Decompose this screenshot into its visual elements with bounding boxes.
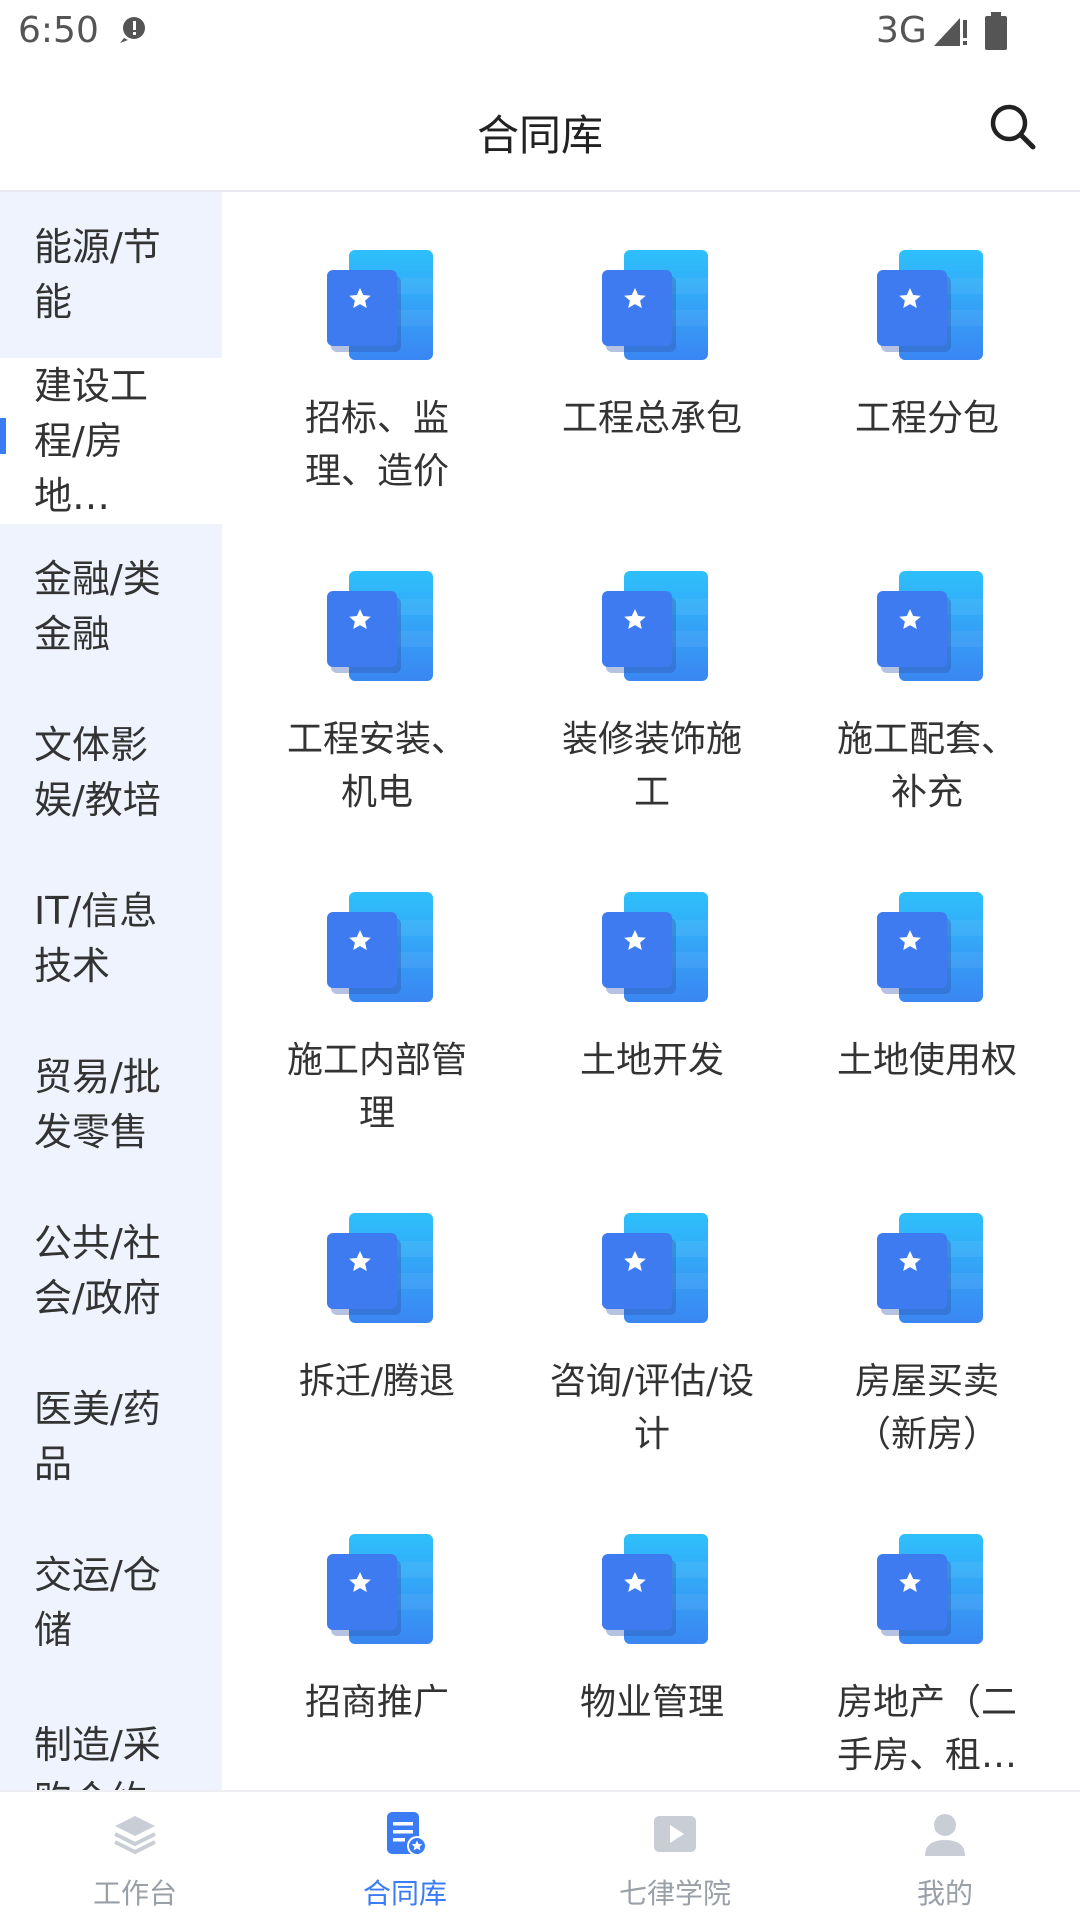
sidebar-item-manufacturing[interactable]: 制造/采购合约 <box>0 1686 222 1790</box>
contract-doc-icon <box>602 250 708 360</box>
contract-doc-icon <box>327 1534 433 1644</box>
nav-item-contract-library[interactable]: 合同库 <box>270 1792 540 1922</box>
contract-doc-icon <box>877 1534 983 1644</box>
contract-category-grid: 招标、监理、造价 工程总承包 工程分包工程安装、机电 装修装饰施工 施工配套、补充施工内… <box>222 192 1080 1790</box>
nav-item-profile[interactable]: 我的 <box>810 1792 1080 1922</box>
sidebar-item-it[interactable]: IT/信息技术 <box>0 856 222 1022</box>
contract-doc-icon <box>877 571 983 681</box>
sidebar-item-public[interactable]: 公共/社会/政府 <box>0 1188 222 1354</box>
contract-category-label: 房地产（二手房、租… <box>836 1682 1017 1776</box>
contract-category-label: 工程分包 <box>854 398 999 439</box>
network-type: 3G <box>876 10 927 51</box>
contract-category-item[interactable]: 招商推广 <box>247 1476 507 1790</box>
status-bar: 6:50 3G <box>0 0 1080 64</box>
contract-category-item[interactable]: 房屋买卖（新房） <box>797 1155 1057 1475</box>
contract-doc-icon <box>327 1213 433 1323</box>
contract-category-item[interactable]: 工程总承包 <box>522 192 782 512</box>
contract-doc-icon <box>327 892 433 1002</box>
contract-category-item[interactable]: 工程安装、机电 <box>247 513 507 833</box>
category-sidebar: 能源/节能 建设工程/房地… 金融/类金融 文体影娱/教培 IT/信息技术 贸易… <box>0 192 222 1790</box>
contract-category-label: 施工内部管理 <box>286 1040 467 1134</box>
contract-category-item[interactable]: 装修装饰施工 <box>522 513 782 833</box>
sidebar-item-construction[interactable]: 建设工程/房地… <box>0 358 222 524</box>
contract-doc-icon <box>877 1213 983 1323</box>
sidebar-item-label: 文体影娱/教培 <box>34 723 161 822</box>
sidebar-item-label: 医美/药品 <box>34 1387 161 1486</box>
signal-icon <box>934 18 967 46</box>
contract-doc-icon <box>602 571 708 681</box>
video-play-icon <box>654 1816 696 1852</box>
notification-icon <box>120 17 145 43</box>
contract-category-label: 咨询/评估/设计 <box>549 1361 755 1455</box>
sidebar-item-label: 制造/采购合约 <box>34 1723 161 1790</box>
contract-category-item[interactable]: 土地使用权 <box>797 834 1057 1154</box>
nav-label: 工作台 <box>92 1877 177 1910</box>
contract-doc-icon <box>602 1534 708 1644</box>
sidebar-item-label: 公共/社会/政府 <box>34 1221 161 1320</box>
sidebar-item-finance[interactable]: 金融/类金融 <box>0 524 222 690</box>
battery-icon <box>985 12 1007 50</box>
contract-category-label: 拆迁/腾退 <box>298 1361 456 1402</box>
contract-category-label: 土地开发 <box>579 1040 724 1081</box>
sidebar-item-label: 交运/仓储 <box>34 1553 161 1652</box>
contract-category-item[interactable]: 咨询/评估/设计 <box>522 1155 782 1475</box>
nav-item-academy[interactable]: 七律学院 <box>540 1792 810 1922</box>
contract-category-label: 招商推广 <box>304 1682 449 1723</box>
nav-label: 我的 <box>916 1877 973 1910</box>
contract-doc-icon <box>877 892 983 1002</box>
contract-category-item[interactable]: 施工内部管理 <box>247 834 507 1154</box>
contract-doc-icon <box>387 1812 427 1856</box>
sidebar-item-label: 能源/节能 <box>34 225 161 324</box>
nav-label: 合同库 <box>362 1877 447 1910</box>
page-title: 合同库 <box>476 111 603 160</box>
sidebar-item-label: 金融/类金融 <box>34 557 161 656</box>
contract-doc-icon <box>877 250 983 360</box>
nav-item-workbench[interactable]: 工作台 <box>0 1792 270 1922</box>
contract-category-item[interactable]: 房地产（二手房、租… <box>797 1476 1057 1790</box>
sidebar-item-trade[interactable]: 贸易/批发零售 <box>0 1022 222 1188</box>
contract-category-item[interactable]: 工程分包 <box>797 192 1057 512</box>
sidebar-item-label: 建设工程/房地… <box>34 363 149 518</box>
contract-category-item[interactable]: 施工配套、补充 <box>797 513 1057 833</box>
bottom-nav: 工作台 合同库 七律学院 我的 <box>0 1790 1080 1922</box>
status-time: 6:50 <box>18 10 99 51</box>
sidebar-item-transport[interactable]: 交运/仓储 <box>0 1520 222 1686</box>
contract-category-label: 施工配套、补充 <box>836 719 1017 813</box>
contract-doc-icon <box>602 1213 708 1323</box>
search-icon[interactable] <box>985 99 1041 155</box>
contract-doc-icon <box>602 892 708 1002</box>
sidebar-item-label: 贸易/批发零售 <box>34 1055 161 1154</box>
contract-category-item[interactable]: 土地开发 <box>522 834 782 1154</box>
sidebar-item-culture-education[interactable]: 文体影娱/教培 <box>0 690 222 856</box>
nav-label: 七律学院 <box>618 1877 731 1910</box>
app-header: 合同库 <box>0 64 1080 192</box>
contract-category-label: 工程安装、机电 <box>286 719 467 813</box>
contract-doc-icon <box>327 250 433 360</box>
layers-icon <box>114 1816 156 1855</box>
contract-category-label: 工程总承包 <box>561 398 742 439</box>
contract-category-label: 土地使用权 <box>836 1040 1017 1081</box>
contract-category-label: 招标、监理、造价 <box>304 398 449 492</box>
user-icon <box>925 1814 965 1856</box>
contract-category-label: 物业管理 <box>579 1682 724 1723</box>
sidebar-item-medical[interactable]: 医美/药品 <box>0 1354 222 1520</box>
sidebar-item-label: IT/信息技术 <box>34 889 158 988</box>
contract-category-label: 房屋买卖（新房） <box>854 1361 999 1455</box>
contract-category-label: 装修装饰施工 <box>561 719 742 813</box>
contract-category-item[interactable]: 招标、监理、造价 <box>247 192 507 512</box>
sidebar-item-energy[interactable]: 能源/节能 <box>0 192 222 358</box>
contract-category-item[interactable]: 拆迁/腾退 <box>247 1155 507 1475</box>
contract-category-item[interactable]: 物业管理 <box>522 1476 782 1790</box>
contract-doc-icon <box>327 571 433 681</box>
